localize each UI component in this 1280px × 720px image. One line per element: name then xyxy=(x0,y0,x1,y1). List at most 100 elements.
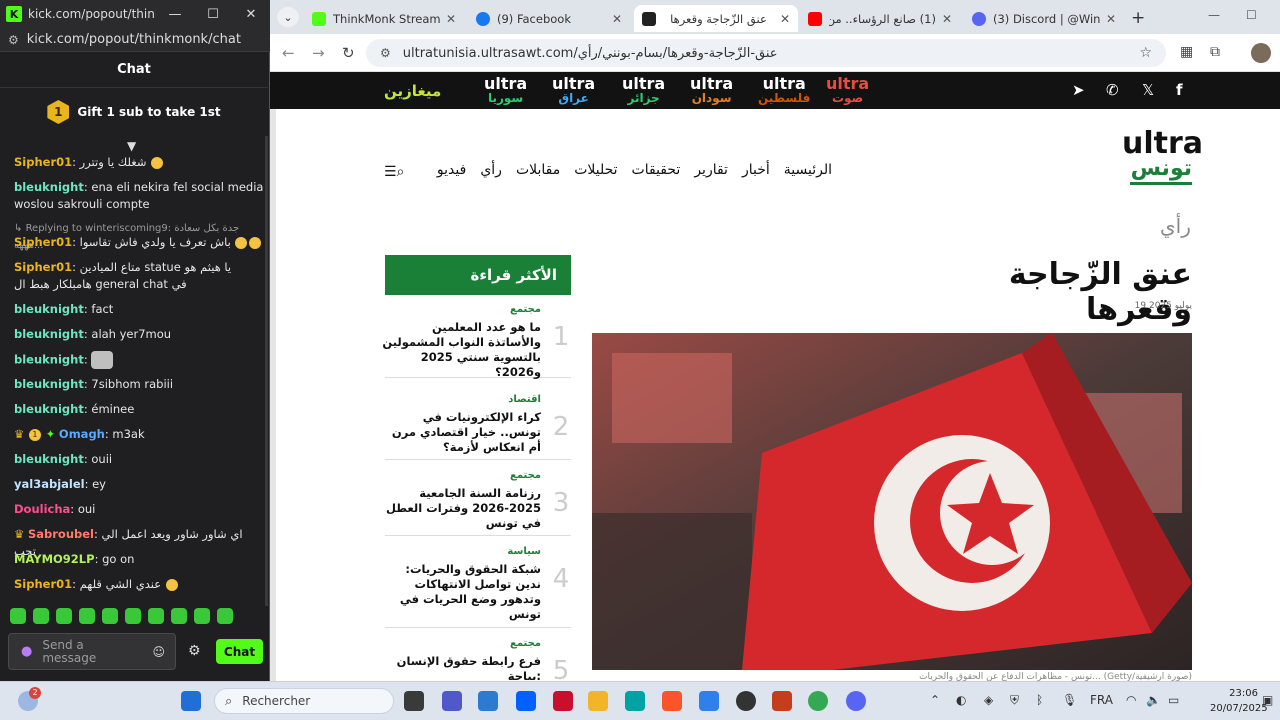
gift-sub-banner[interactable]: 1 Gift 1 sub to take 1st xyxy=(0,88,268,136)
chrome-icon[interactable] xyxy=(808,691,828,711)
emote-icon[interactable] xyxy=(171,608,187,624)
tray-lang[interactable]: FRA xyxy=(1090,693,1113,707)
browser-maximize-button[interactable]: ☐ xyxy=(1246,8,1257,22)
store-icon[interactable] xyxy=(478,691,498,711)
chat-username[interactable]: bleuknight xyxy=(14,402,84,416)
chat-username[interactable]: bleuknight xyxy=(14,377,84,391)
most-read-item[interactable]: 5 مجتمع فرع رابطة حقوق الإنسان بباجة: xyxy=(385,638,571,681)
most-read-category[interactable]: مجتمع xyxy=(510,304,541,315)
most-read-title[interactable]: فرع رابطة حقوق الإنسان بباجة: xyxy=(381,654,541,681)
emoji-picker-icon[interactable]: ☺ xyxy=(152,645,165,659)
most-read-item[interactable]: 2 اقتصاد كراء الإلكترونيات في تونس.. خيا… xyxy=(385,394,571,460)
back-button[interactable]: ← xyxy=(282,44,295,62)
start-button-icon[interactable] xyxy=(181,691,201,711)
brave-icon[interactable] xyxy=(662,691,682,711)
most-read-item[interactable]: 3 مجتمع رزنامة السنة الجامعية 2025-2026 … xyxy=(385,470,571,536)
chat-username[interactable]: Sipher01 xyxy=(14,577,72,591)
chat-username[interactable]: yal3abjalel xyxy=(14,477,85,491)
section-label[interactable]: رأي xyxy=(1160,214,1191,238)
whatsapp-icon[interactable]: ✆ xyxy=(1106,81,1119,99)
forward-button[interactable]: → xyxy=(312,44,325,62)
close-button[interactable]: ✕ xyxy=(232,7,270,22)
extensions-puzzle-icon[interactable]: ⧉ xyxy=(1210,44,1220,60)
chat-input[interactable]: ● Send a message ☺ xyxy=(8,633,176,670)
teams-icon[interactable] xyxy=(442,691,462,711)
task-view-icon[interactable] xyxy=(404,691,424,711)
mcafee-icon[interactable] xyxy=(553,691,573,711)
nav-reports[interactable]: تقارير xyxy=(694,162,728,178)
emote-icon[interactable] xyxy=(102,608,118,624)
wifi-icon[interactable]: ◠ xyxy=(1126,693,1136,707)
nav-video[interactable]: فيديو xyxy=(437,162,466,178)
most-read-item[interactable]: 1 مجتمع ما هو عدد المعلمين والأساتذة الن… xyxy=(382,304,571,379)
emote-icon[interactable] xyxy=(217,608,233,624)
chat-username[interactable]: MAYMO92LP xyxy=(14,552,95,566)
nav-investigations[interactable]: تحقيقات xyxy=(632,162,681,178)
close-tab-icon[interactable]: ✕ xyxy=(780,12,790,26)
app-arc-icon[interactable] xyxy=(699,691,719,711)
telegram-icon[interactable]: ➤ xyxy=(1072,81,1085,99)
address-bar[interactable]: ⚙ ultratunisia.ultrasawt.com/عنق-الزّجاج… xyxy=(366,39,1166,67)
powerpoint-icon[interactable] xyxy=(772,691,792,711)
most-read-title[interactable]: كراء الإلكترونيات في تونس.. خيار اقتصادي… xyxy=(381,410,541,455)
menu-search-icon[interactable]: ☰⌕ xyxy=(384,164,404,180)
close-tab-icon[interactable]: ✕ xyxy=(942,12,952,26)
pinned-messages-icon[interactable]: ▼ xyxy=(127,139,136,153)
obs-icon[interactable] xyxy=(736,691,756,711)
emote-icon[interactable] xyxy=(56,608,72,624)
taskbar-clock[interactable]: 23:06 20/07/2025 xyxy=(1210,686,1268,716)
chat-username[interactable]: bleuknight xyxy=(14,353,84,367)
tab-discord[interactable]: (3) Discord | @Winter ✕ xyxy=(964,5,1124,32)
emote-icon[interactable] xyxy=(148,608,164,624)
close-tab-icon[interactable]: ✕ xyxy=(612,12,622,26)
x-twitter-icon[interactable]: 𝕏 xyxy=(1142,81,1154,99)
battery-icon[interactable]: ▭ xyxy=(1168,693,1179,707)
minimize-button[interactable]: — xyxy=(156,7,194,22)
taskbar-search[interactable]: ⌕ Rechercher xyxy=(214,688,394,714)
most-read-item[interactable]: 4 سياسة شبكة الحقوق والحريات: ندين تواصل… xyxy=(385,546,571,628)
chat-username[interactable]: Sipher01 xyxy=(14,260,72,274)
nav-analysis[interactable]: تحليلات xyxy=(574,162,617,178)
extension-icon[interactable]: ▦ xyxy=(1180,44,1193,60)
tab-search-icon[interactable]: ⌄ xyxy=(277,7,299,27)
file-explorer-icon[interactable] xyxy=(588,691,608,711)
notifications-icon[interactable]: ▣ xyxy=(1262,693,1273,707)
network-link-iraq[interactable]: ultra عراق xyxy=(552,76,595,106)
chat-username[interactable]: Sipher01 xyxy=(14,235,72,249)
chat-username[interactable]: Sipher01 xyxy=(14,155,72,169)
most-read-category[interactable]: اقتصاد xyxy=(508,394,541,405)
tray-mcafee-icon[interactable]: ◈ xyxy=(984,693,993,707)
network-link-magazine[interactable]: ميغازين xyxy=(384,77,441,105)
network-link-syria[interactable]: ultra سوريا xyxy=(484,76,527,106)
new-tab-button[interactable]: + xyxy=(1131,8,1145,28)
reload-button[interactable]: ↻ xyxy=(342,44,355,62)
discord-icon[interactable] xyxy=(846,691,866,711)
emote-icon[interactable] xyxy=(194,608,210,624)
tab-facebook[interactable]: (9) Facebook ✕ xyxy=(468,5,630,32)
chat-username[interactable]: bleuknight xyxy=(14,180,84,194)
network-link-palestine[interactable]: ultra فلسطين xyxy=(758,76,810,106)
most-read-title[interactable]: رزنامة السنة الجامعية 2025-2026 وفترات ا… xyxy=(381,486,541,531)
chat-settings-icon[interactable]: ⚙ xyxy=(188,643,201,659)
browser-minimize-button[interactable]: — xyxy=(1208,8,1220,22)
chat-username[interactable]: Doulicha xyxy=(14,502,70,516)
emote-icon[interactable] xyxy=(10,608,26,624)
network-link-algeria[interactable]: ultra جزائر xyxy=(622,76,665,106)
chat-scrollbar[interactable] xyxy=(265,136,268,606)
chat-username[interactable]: bleuknight xyxy=(14,452,84,466)
nav-home[interactable]: الرئيسية xyxy=(784,162,832,178)
chat-username[interactable]: Sabroubel xyxy=(28,527,94,541)
close-tab-icon[interactable]: ✕ xyxy=(1106,12,1116,26)
chat-username[interactable]: bleuknight xyxy=(14,302,84,316)
most-read-category[interactable]: مجتمع xyxy=(510,638,541,649)
network-link-sudan[interactable]: ultra سودان xyxy=(690,76,733,106)
nav-opinion[interactable]: رأي xyxy=(480,162,502,178)
nav-interviews[interactable]: مقابلات xyxy=(516,162,560,178)
tray-security-icon[interactable]: ⛨ xyxy=(1010,693,1019,708)
bookmark-star-icon[interactable]: ☆ xyxy=(1139,45,1152,61)
site-logo[interactable]: ultra تونس xyxy=(1122,129,1203,185)
send-chat-button[interactable]: Chat xyxy=(216,639,263,664)
tab-thinkmonk[interactable]: ThinkMonk Stream - Wa ✕ xyxy=(304,5,464,32)
dropbox-icon[interactable] xyxy=(516,691,536,711)
emote-icon[interactable] xyxy=(79,608,95,624)
